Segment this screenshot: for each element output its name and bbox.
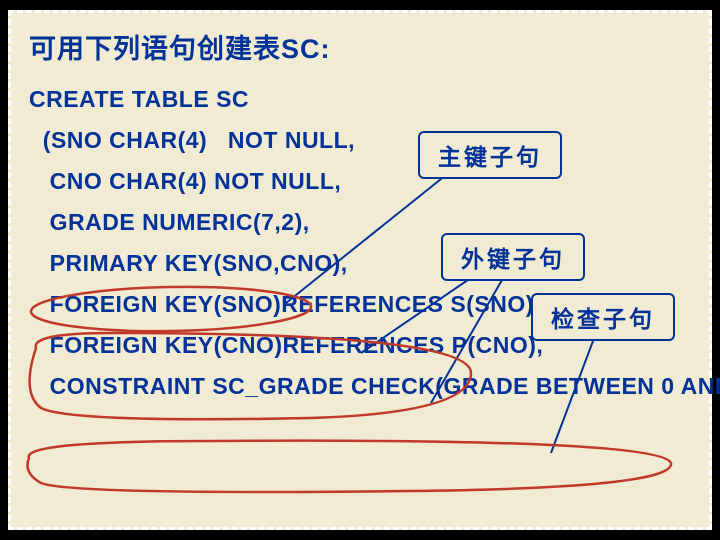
slide: 可用下列语句创建表SC: CREATE TABLE SC (SNO CHAR(4…	[0, 0, 720, 540]
code-line-8: CONSTRAINT SC_GRADE CHECK(GRADE BETWEEN …	[29, 373, 691, 400]
callout-foreign-key: 外键子句	[441, 233, 585, 281]
code-line-1: CREATE TABLE SC	[29, 86, 691, 113]
callout-check: 检查子句	[531, 293, 675, 341]
callout-primary-key: 主键子句	[418, 131, 562, 179]
code-line-4: GRADE NUMERIC(7,2),	[29, 209, 691, 236]
code-line-3: CNO CHAR(4) NOT NULL,	[29, 168, 691, 195]
code-line-2: (SNO CHAR(4) NOT NULL,	[29, 127, 691, 154]
content-frame: 可用下列语句创建表SC: CREATE TABLE SC (SNO CHAR(4…	[8, 10, 712, 530]
code-line-5: PRIMARY KEY(SNO,CNO),	[29, 250, 691, 277]
slide-title: 可用下列语句创建表SC:	[29, 27, 691, 66]
